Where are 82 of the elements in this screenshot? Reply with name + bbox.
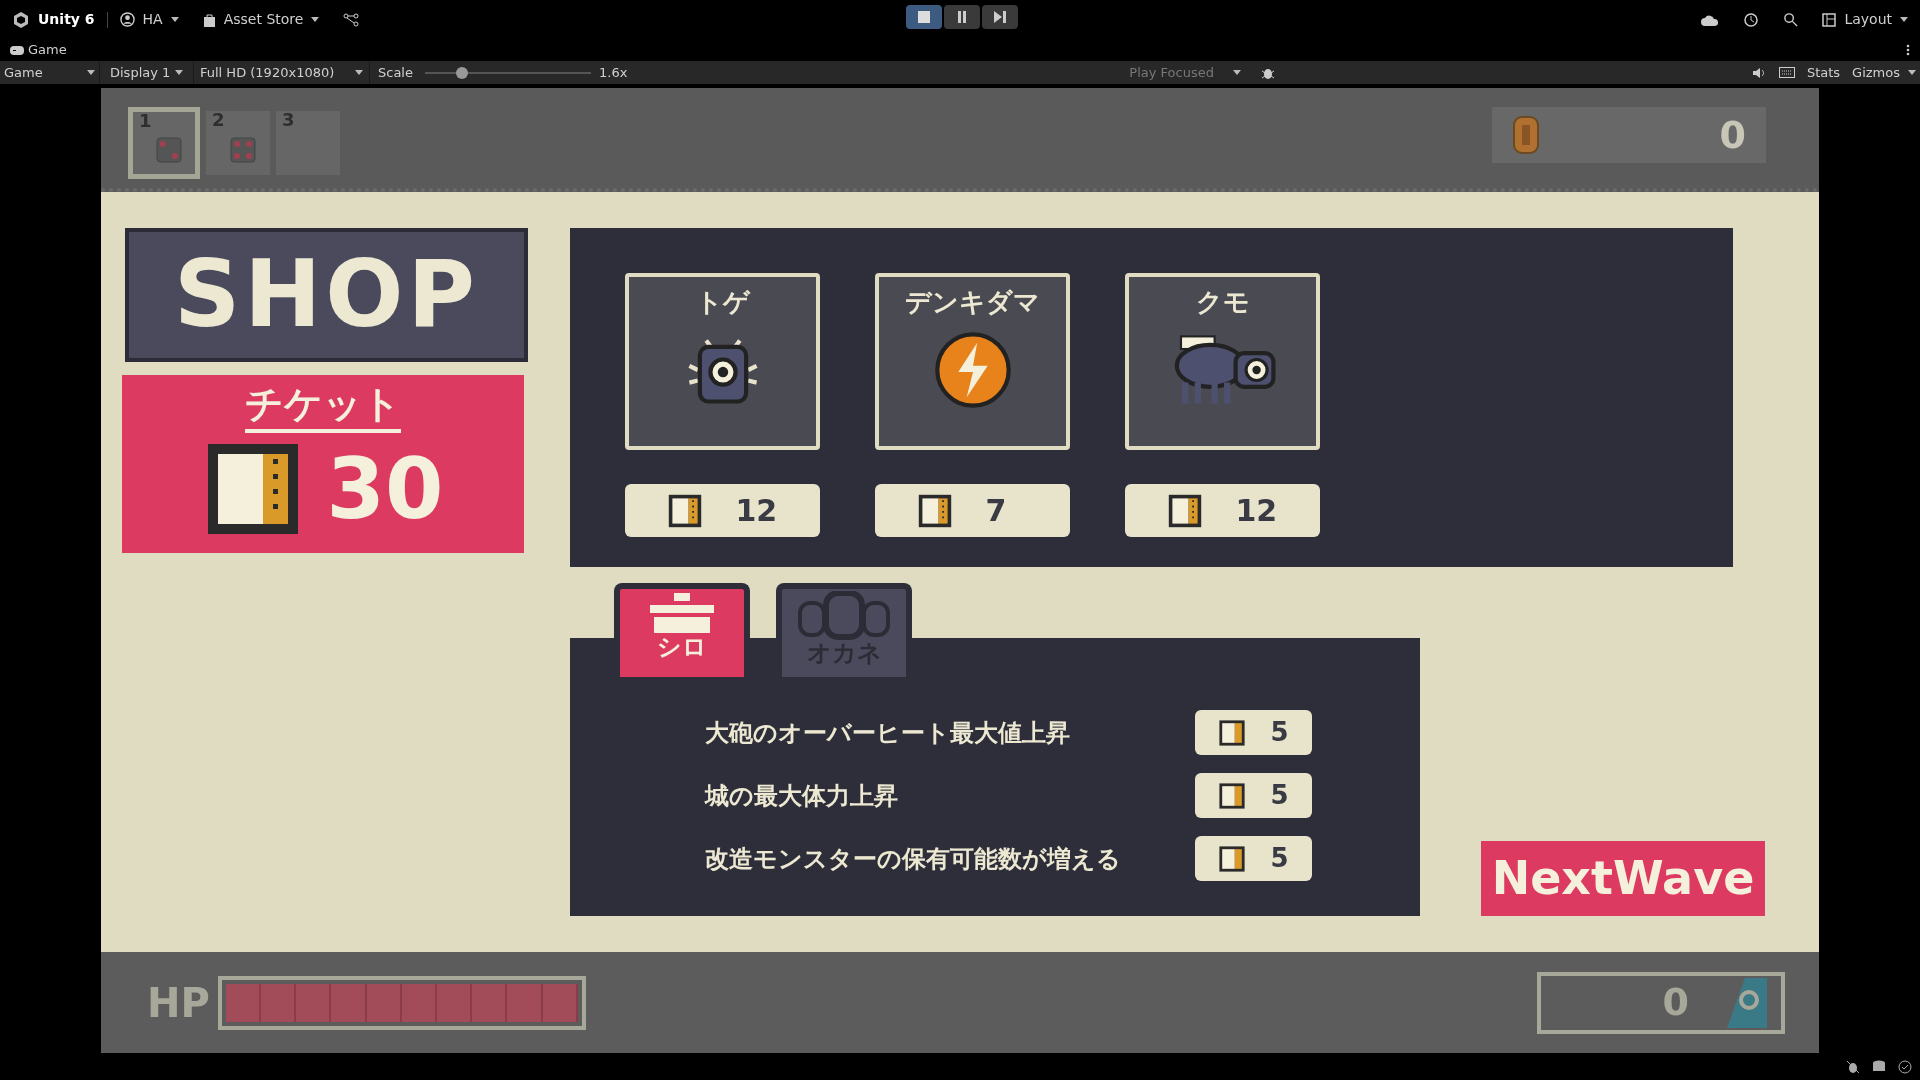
cloud-icon[interactable] (1701, 13, 1720, 26)
slot-number: 1 (139, 112, 152, 131)
coin-count: 0 (1719, 112, 1746, 159)
hp-label: HP (147, 979, 210, 1028)
account-menu[interactable]: HA (119, 9, 179, 31)
caret-icon (175, 70, 183, 76)
slot-number: 2 (212, 111, 225, 130)
dice-icon (229, 136, 257, 165)
ticket-icon (1218, 782, 1247, 810)
ticket-icon (1218, 845, 1247, 873)
ticket-count: 30 (326, 447, 444, 531)
ticket-label: チケット (245, 381, 401, 433)
pause-icon (956, 11, 968, 23)
shopping-bag-icon (202, 12, 216, 27)
monster-card[interactable]: デンキダマ (875, 273, 1070, 451)
caret-icon (87, 70, 95, 76)
price-tag[interactable]: 12 (625, 484, 820, 538)
price-tag[interactable]: 5 (1195, 836, 1312, 882)
step-icon (994, 11, 1006, 23)
scale-value: 1.6x (599, 63, 628, 82)
price-tag[interactable]: 12 (1125, 484, 1320, 538)
price: 5 (1270, 779, 1289, 813)
price: 5 (1270, 716, 1289, 750)
upgrade-name: 改造モンスターの保有可能数が増える (705, 844, 1122, 875)
resolution-dropdown[interactable]: Full HD (1920x1080) (194, 60, 370, 85)
game-view-tab[interactable]: Game (10, 40, 67, 60)
category-tab[interactable]: シロ (614, 583, 750, 678)
upgrade-name: 大砲のオーバーヒート最大値上昇 (705, 718, 1071, 749)
branch-icon (343, 12, 360, 27)
price: 5 (1270, 842, 1289, 876)
asset-store-menu[interactable]: Asset Store (202, 9, 320, 31)
display-dropdown[interactable]: Display 1 (100, 60, 194, 85)
caret-icon (355, 70, 363, 76)
ticket-icon (1218, 719, 1247, 747)
slot-number: 3 (282, 111, 295, 130)
more-options-icon[interactable] (1906, 44, 1910, 57)
price-tag[interactable]: 5 (1195, 710, 1312, 756)
monster-name: クモ (1195, 286, 1250, 320)
monster-name: トゲ (695, 286, 750, 320)
check-circle-icon[interactable] (1898, 1059, 1912, 1074)
scale-label: Scale (378, 63, 413, 82)
monster-card[interactable]: トゲ (625, 273, 820, 451)
app-title: Unity 6 (38, 10, 95, 30)
layout-menu[interactable]: Layout (1822, 9, 1908, 31)
search-icon[interactable] (1783, 12, 1799, 28)
gamepad-icon (10, 45, 24, 55)
shop-title: SHOP (174, 249, 479, 342)
history-icon[interactable] (1743, 11, 1760, 28)
gizmos-dropdown[interactable]: Gizmos (1852, 62, 1916, 83)
price-tag[interactable]: 7 (875, 484, 1070, 538)
next-wave-button[interactable]: NextWave (1481, 841, 1765, 917)
stats-button[interactable]: Stats (1806, 62, 1841, 83)
counter-value: 0 (1662, 979, 1689, 1027)
user-icon (119, 12, 135, 28)
bug-icon[interactable] (1846, 1059, 1860, 1074)
stop-button[interactable] (906, 5, 942, 29)
pause-button[interactable] (944, 5, 980, 29)
coins-icon (796, 591, 892, 642)
caret-icon (311, 17, 320, 23)
price-tag[interactable]: 5 (1195, 773, 1312, 819)
layout-icon (1822, 12, 1837, 27)
stop-icon (918, 11, 930, 23)
caret-icon (1233, 70, 1242, 76)
version-control-button[interactable] (343, 12, 360, 27)
scale-slider[interactable] (425, 66, 591, 79)
monster-name: デンキダマ (905, 286, 1040, 320)
cube-logo-icon (12, 10, 30, 29)
price: 7 (985, 492, 1008, 531)
slider-thumb[interactable] (455, 66, 468, 79)
coin-icon (1512, 115, 1540, 156)
caret-icon (1908, 70, 1916, 76)
price: 12 (1235, 492, 1279, 531)
dice-icon (155, 136, 183, 165)
view-dropdown[interactable]: Game (0, 60, 100, 85)
price: 12 (735, 492, 779, 531)
monster-card[interactable]: クモ (1125, 273, 1320, 451)
caret-icon (1900, 17, 1908, 23)
caret-icon (170, 17, 179, 23)
step-button[interactable] (982, 5, 1018, 29)
upgrade-name: 城の最大体力上昇 (705, 781, 899, 812)
speaker-icon[interactable] (1751, 66, 1767, 79)
keyboard-icon[interactable] (1778, 67, 1795, 79)
